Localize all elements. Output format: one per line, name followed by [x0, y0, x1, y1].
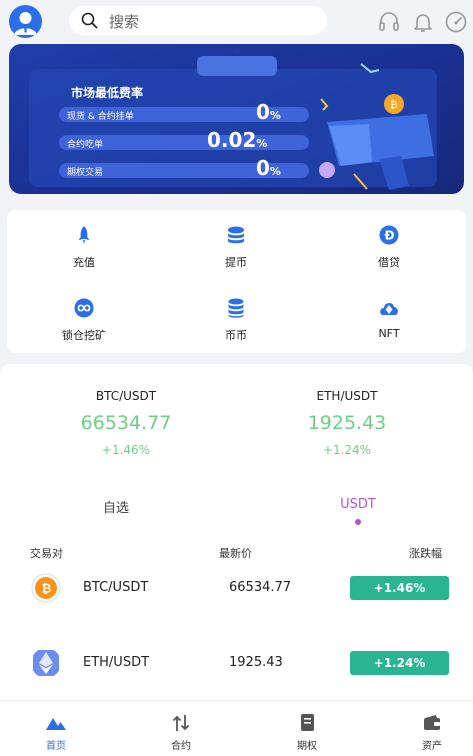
search-placeholder: 搜索 [109, 13, 140, 31]
infinity-coin-icon [74, 298, 94, 318]
nav-label: 合约 [171, 741, 191, 752]
top-bar: 搜索 [0, 0, 473, 44]
menu-item-label: 币币 [225, 329, 247, 342]
tab-usdt[interactable]: USDT [334, 497, 382, 512]
nav-options[interactable]: 期权 [267, 713, 347, 752]
menu-item-label: NFT [378, 327, 400, 340]
menu-item-label: 提币 [225, 256, 247, 269]
ticker-pair: ETH/USDT [316, 389, 378, 403]
ethereum-icon [33, 650, 59, 676]
banner-title: 市场最低费率 [71, 86, 144, 100]
svg-text:₿: ₿ [390, 99, 397, 111]
bell-icon[interactable] [411, 10, 435, 34]
row-pair: ETH/USDT [83, 655, 150, 670]
row-price: 66534.77 [229, 580, 292, 595]
column-header-price: 最新价 [219, 547, 252, 560]
menu-item-spot[interactable]: 币币 [186, 297, 286, 357]
ticker-change: +1.46% [101, 443, 151, 457]
bitcoin-icon: ₿ [31, 573, 61, 603]
table-row[interactable]: ETH/USDT 1925.43 +1.24% [0, 641, 473, 685]
tab-favorites[interactable]: 自选 [96, 497, 136, 516]
column-header-change: 涨跌幅 [409, 547, 442, 560]
menu-item-label: 借贷 [378, 256, 400, 269]
svg-text:₿: ₿ [42, 582, 52, 596]
menu-item-deposit[interactable]: 充值 [34, 224, 134, 284]
table-row[interactable]: ₿ BTC/USDT 66534.77 +1.46% [0, 566, 473, 610]
nav-home[interactable]: 首页 [16, 713, 96, 752]
change-badge: +1.46% [350, 576, 449, 600]
ticker-change: +1.24% [322, 443, 372, 457]
ticker-price: 1925.43 [307, 412, 387, 434]
menu-item-label: 充值 [73, 256, 95, 269]
tab-active-indicator [355, 519, 361, 525]
menu-item-loan[interactable]: Đ 借贷 [339, 224, 439, 284]
user-icon [14, 12, 37, 35]
nav-label: 期权 [297, 741, 317, 752]
dogecoin-icon: Đ [379, 225, 399, 245]
home-mountain-icon [46, 718, 66, 730]
document-icon [301, 714, 314, 731]
promo-banner[interactable]: ₿ 市场最低费率 现货 & 合约挂单 0% 合约吃单 0.02% 期权交易 0% [9, 44, 464, 194]
headset-icon[interactable] [377, 10, 401, 34]
ticker-eth[interactable]: ETH/USDT 1925.43 +1.24% [247, 389, 447, 457]
banner-rate-label: 现货 & 合约挂单 [67, 112, 134, 122]
change-badge: +1.24% [350, 651, 449, 675]
coin-stack-icon [228, 226, 244, 244]
banner-rate-label: 合约吃单 [67, 140, 104, 150]
ticker-price: 66534.77 [80, 412, 172, 434]
search-bar[interactable]: 搜索 [69, 6, 327, 35]
ticker-pair: BTC/USDT [95, 389, 157, 403]
arrows-updown-icon [172, 715, 190, 731]
menu-item-label: 锁仓挖矿 [62, 329, 106, 342]
database-icon [228, 298, 244, 318]
nav-label: 资产 [422, 741, 442, 752]
menu-item-staking[interactable]: 锁仓挖矿 [34, 297, 134, 357]
banner-rate-value: 0% [256, 100, 281, 124]
banner-rate-value: 0% [256, 156, 281, 180]
svg-text:Đ: Đ [385, 229, 395, 243]
nav-assets[interactable]: 资产 [392, 713, 472, 752]
row-pair: BTC/USDT [83, 580, 149, 595]
nav-contract[interactable]: 合约 [141, 713, 221, 752]
banner-rate-label: 期权交易 [67, 168, 104, 178]
quick-menu: 充值 提币 Đ 借贷 锁仓挖矿 币币 NFT [7, 210, 466, 353]
cloud-diamond-icon [380, 302, 398, 315]
nav-label: 首页 [46, 741, 66, 752]
menu-item-nft[interactable]: NFT [339, 297, 439, 357]
wallet-icon [424, 715, 440, 730]
speedometer-icon[interactable] [444, 10, 468, 34]
row-price: 1925.43 [229, 655, 283, 670]
avatar[interactable] [9, 5, 42, 38]
column-header-pair: 交易对 [30, 547, 63, 560]
market-panel: BTC/USDT 66534.77 +1.46% ETH/USDT 1925.4… [0, 364, 473, 704]
search-icon [81, 12, 98, 29]
ticker-btc[interactable]: BTC/USDT 66534.77 +1.46% [26, 389, 226, 457]
rocket-icon [78, 226, 90, 244]
banner-rate-value: 0.02% [207, 128, 268, 152]
menu-item-withdraw[interactable]: 提币 [186, 224, 286, 284]
bottom-nav: 首页 合约 期权 资产 [0, 700, 473, 756]
